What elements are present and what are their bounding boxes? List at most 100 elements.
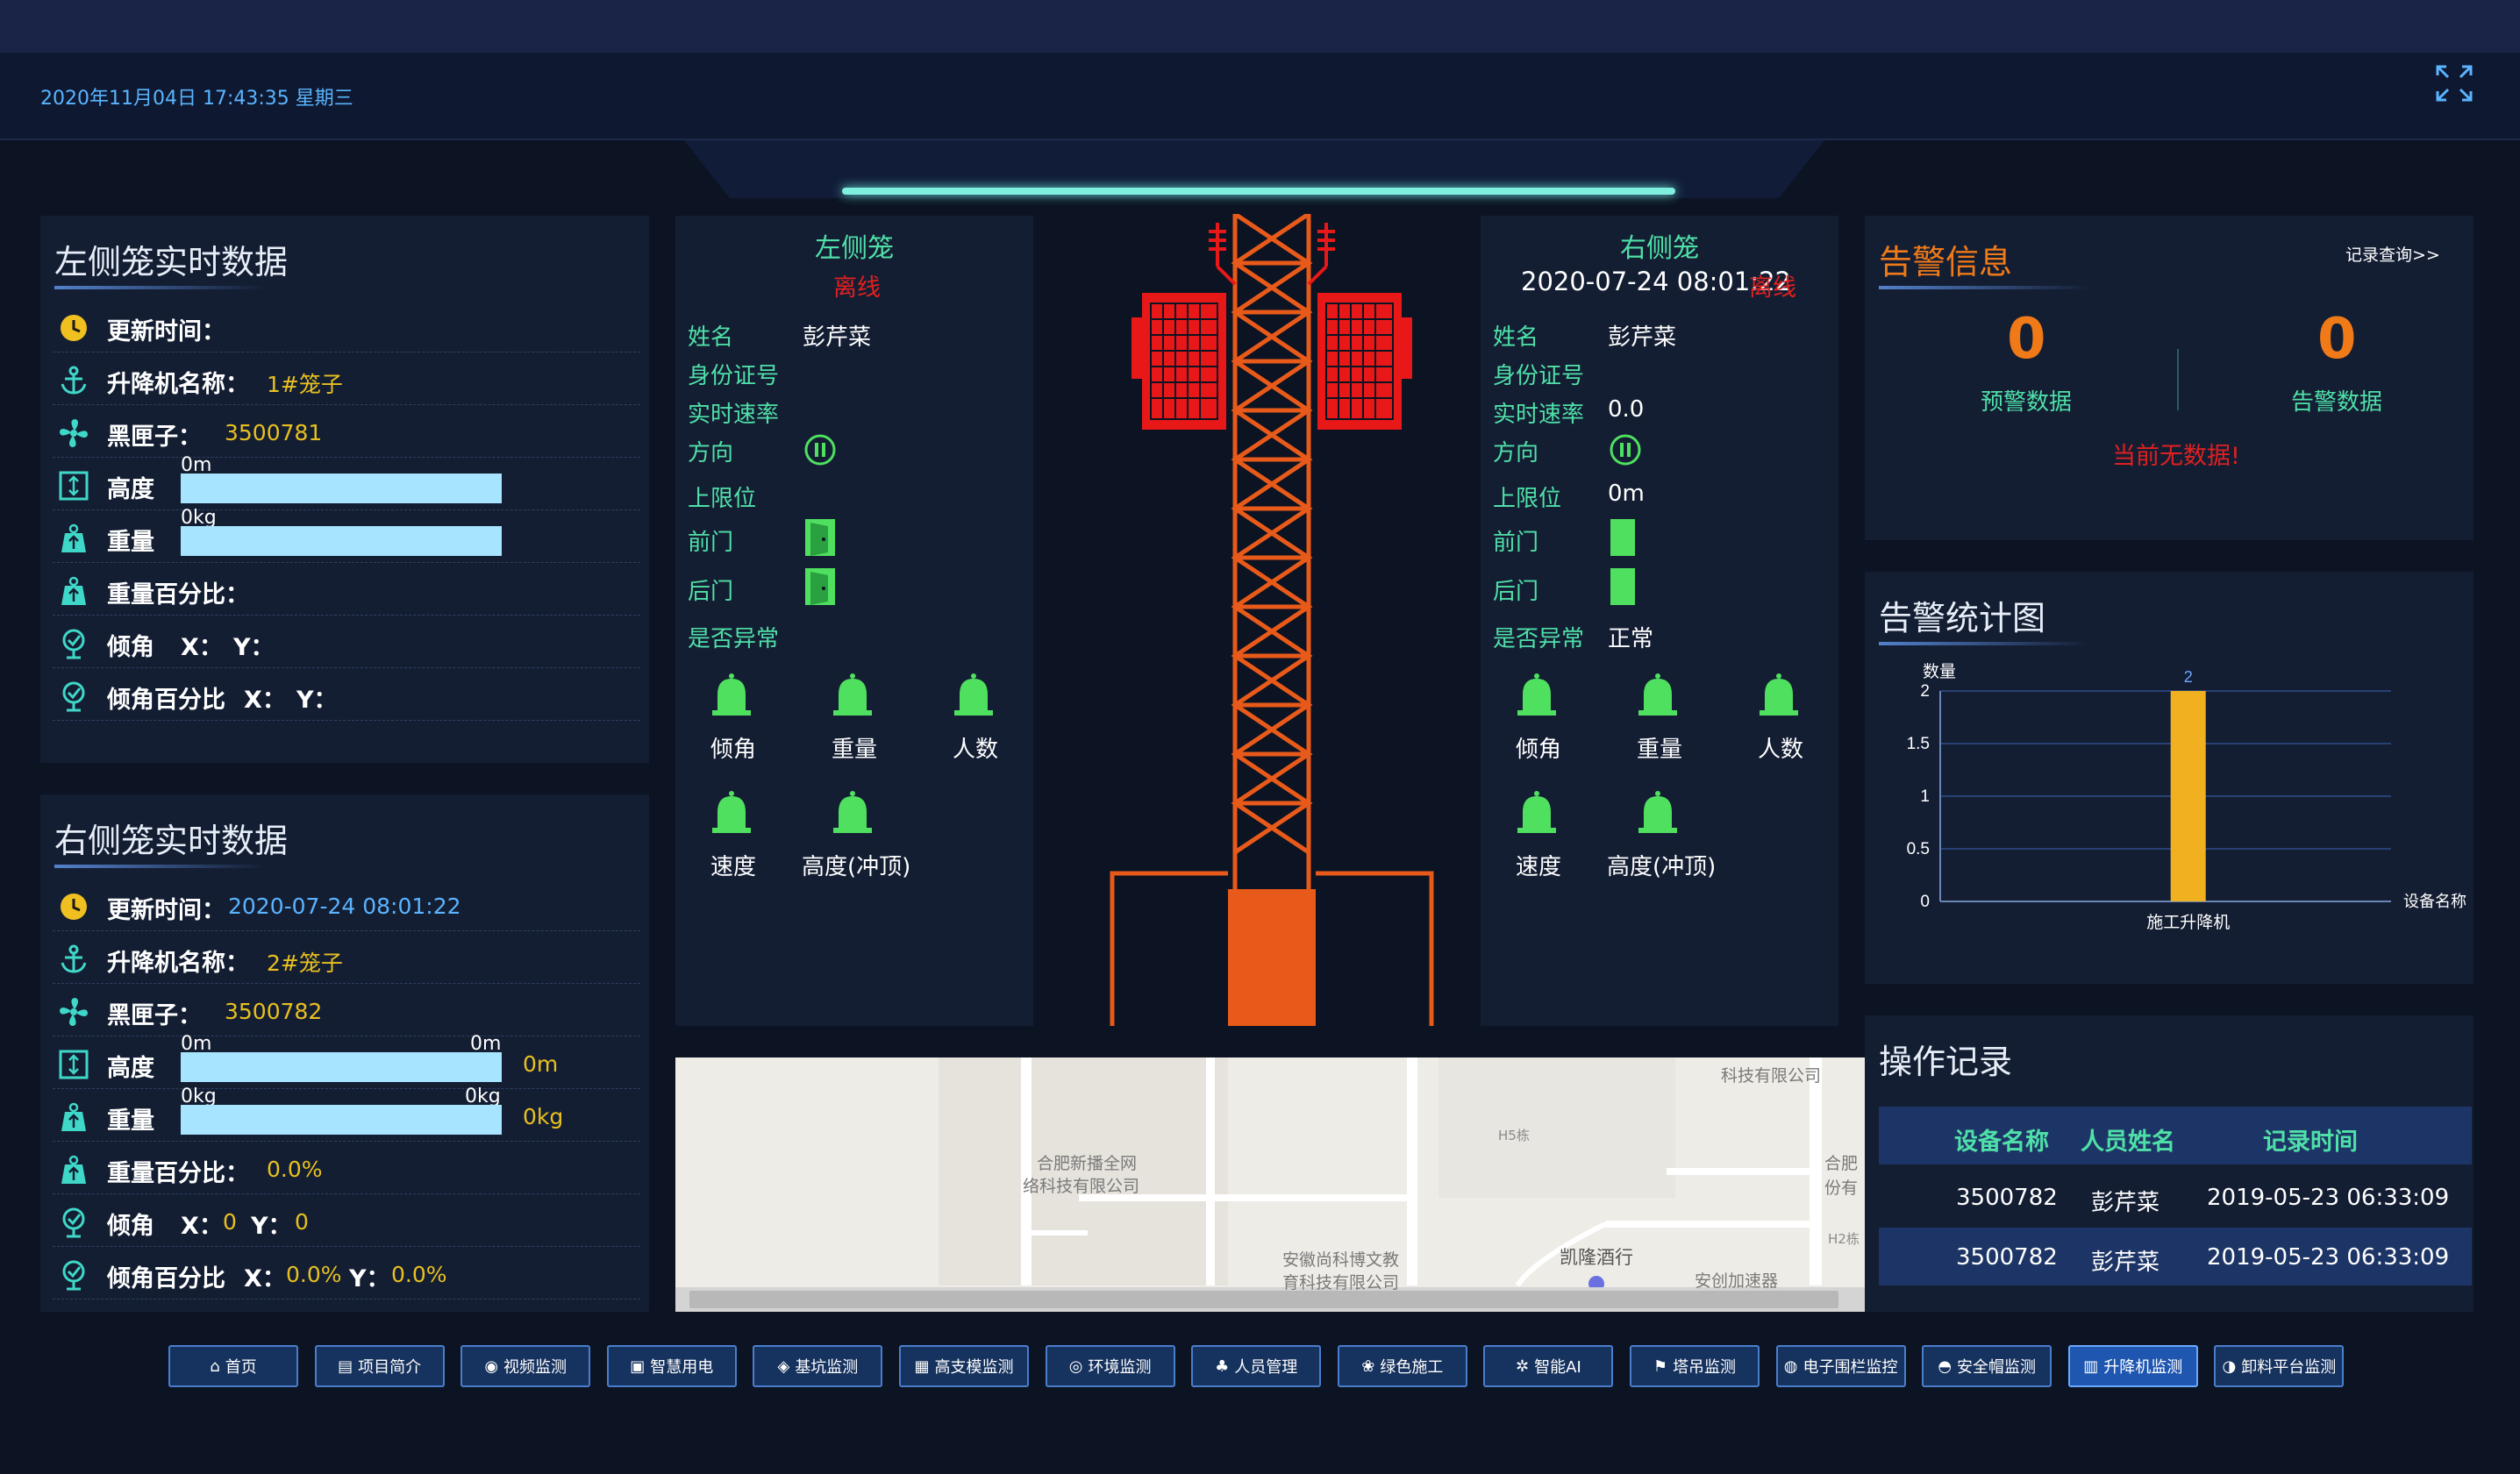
- column-header: 人员姓名: [2081, 1129, 2175, 1156]
- blackbox-row: 黑匣子： 3500782: [53, 984, 640, 1036]
- weight-value: 0kg: [523, 1104, 564, 1129]
- door-open-icon: [805, 519, 835, 556]
- front-door-label: 前门: [1493, 530, 1539, 556]
- helmet-icon: ◓: [1938, 1357, 1952, 1376]
- nav-button[interactable]: ▦ 高支模监测: [899, 1345, 1029, 1387]
- chart-y-tick-label: 1.5: [1907, 735, 1930, 753]
- nav-button[interactable]: ♣ 人员管理: [1191, 1345, 1322, 1387]
- nav-button[interactable]: ▥ 升降机监测: [2067, 1345, 2198, 1387]
- upper-limit-label: 上限位: [688, 486, 757, 512]
- abnormal-value: 正常: [1608, 626, 1654, 652]
- table-row[interactable]: 3500782 彭芹菜 2019-05-23 06:33:09: [1879, 1168, 2472, 1226]
- name-label: 姓名: [1493, 324, 1539, 351]
- nav-button[interactable]: ◉ 视频监测: [460, 1345, 591, 1387]
- door-closed-icon: [1610, 519, 1635, 556]
- map-roads: [675, 1057, 1865, 1312]
- nav-button[interactable]: ◑ 卸料平台监测: [2214, 1345, 2345, 1387]
- alarm-info-panel: 告警信息 记录查询>> 0 预警数据 0 告警数据 当前无数据!: [1865, 216, 2474, 540]
- environment-icon: ◎: [1068, 1357, 1083, 1376]
- nav-button-label: 智慧用电: [650, 1358, 714, 1377]
- map-label: 络科技有限公司: [1023, 1177, 1140, 1196]
- fan-icon: [60, 998, 88, 1026]
- weight-icon: [61, 1102, 86, 1131]
- chart-x-axis-label: 设备名称: [2403, 893, 2466, 910]
- nav-button-label: 卸料平台监测: [2241, 1358, 2337, 1377]
- blackbox-row: 黑匣子： 3500781: [53, 405, 640, 458]
- hoist-tower-illustration: [1110, 214, 1434, 1026]
- right-cage-data-panel: 右侧笼实时数据 更新时间： 2020-07-24 08:01:22 升降机名称：…: [40, 794, 649, 1312]
- nav-button-label: 电子围栏监控: [1803, 1358, 1898, 1377]
- nav-button[interactable]: ▣ 智慧用电: [606, 1345, 737, 1387]
- tilt-x-label: X：: [181, 1213, 223, 1240]
- table-scroll-mask: [1879, 1296, 2472, 1312]
- nav-button[interactable]: ✲ 智能AI: [1483, 1345, 1614, 1387]
- title-underline: [54, 286, 265, 289]
- update-time-row: 更新时间：: [53, 300, 640, 352]
- nav-button[interactable]: ⌂ 首页: [168, 1345, 298, 1387]
- panel-title: 操作记录: [1879, 1043, 2013, 1081]
- nav-button-label: 安全帽监测: [1957, 1358, 2037, 1377]
- chart-x-tick-label: 施工升降机: [2146, 913, 2230, 932]
- anchor-icon: [61, 944, 87, 973]
- map-label: 安创加速器: [1695, 1271, 1779, 1291]
- chart-y-tick-label: 1: [1920, 787, 1930, 806]
- tilt-percent-x-label: X：: [244, 1265, 286, 1292]
- nav-button[interactable]: ◎ 环境监测: [1045, 1345, 1175, 1387]
- divider: [2177, 349, 2179, 410]
- height-value: 0m: [523, 1051, 559, 1077]
- nav-button[interactable]: ▤ 项目简介: [314, 1345, 445, 1387]
- alarm-bar-chart: 数量 设备名称 0 0.5 1 1.5 2 2 施工升降机: [1907, 662, 2466, 932]
- door-open-icon: [805, 568, 835, 605]
- nav-button[interactable]: ⚑ 塔吊监测: [1630, 1345, 1760, 1387]
- cage-status: 离线: [833, 274, 881, 302]
- direction-label: 方向: [688, 440, 734, 466]
- back-door-label: 后门: [688, 579, 734, 605]
- map-scrollbar-thumb[interactable]: [689, 1291, 1838, 1308]
- bell-label: 速度: [710, 854, 757, 880]
- chart-y-tick-label: 2: [1920, 682, 1930, 701]
- record-time-cell: 2019-05-23 06:33:09: [2207, 1185, 2450, 1211]
- alarm-bell-icon: [833, 791, 872, 833]
- height-icon: [59, 471, 89, 501]
- chart-bar[interactable]: [2170, 691, 2206, 901]
- upper-limit-label: 上限位: [1493, 486, 1562, 512]
- name-value: 彭芹菜: [1608, 324, 1677, 351]
- map-label: H5栋: [1498, 1128, 1530, 1143]
- title-underline: [1879, 642, 2089, 645]
- cage-title: 左侧笼: [815, 233, 894, 264]
- table-row[interactable]: 3500782 彭芹菜 2019-05-23 06:33:09: [1879, 1228, 2472, 1285]
- power-icon: ▣: [630, 1357, 646, 1376]
- map-view[interactable]: 科技有限公司 合肥新播全网 络科技有限公司 H5栋 合肥 份有 H2栋 安徽尚科…: [675, 1057, 1865, 1312]
- nav-button[interactable]: ◈ 基坑监测: [753, 1345, 883, 1387]
- platform-icon: ◑: [2222, 1357, 2237, 1376]
- chart-y-tick-label: 0: [1920, 893, 1930, 911]
- title-underline: [1879, 286, 2089, 289]
- fullscreen-icon[interactable]: [2434, 63, 2474, 103]
- tilt-icon: [62, 681, 85, 712]
- update-time-label: 更新时间：: [107, 897, 225, 924]
- record-query-link[interactable]: 记录查询>>: [2345, 242, 2440, 266]
- tilt-label: 倾角: [107, 634, 154, 661]
- alarm-bell-icon: [833, 673, 872, 716]
- weight-bar: [181, 526, 502, 556]
- cage-title: 右侧笼: [1620, 233, 1699, 264]
- panel-title: 左侧笼实时数据: [54, 243, 289, 281]
- tilt-x-label: X：: [181, 634, 223, 661]
- home-icon: ⌂: [210, 1357, 220, 1376]
- tilt-percent-x-value: 0.0%: [286, 1262, 342, 1287]
- hoist-name-row: 升降机名称： 2#笼子: [53, 931, 640, 984]
- blackbox-value: 3500782: [225, 999, 323, 1024]
- alarm-label: 告警数据: [2291, 389, 2383, 416]
- anchor-icon: [61, 366, 87, 395]
- abnormal-label: 是否异常: [1493, 626, 1585, 652]
- alarm-chart-panel: 告警统计图 数量 设备名称 0 0.5 1 1.5 2 2 施工升降机: [1865, 572, 2474, 984]
- tilt-percent-label: 倾角百分比: [107, 687, 225, 714]
- bell-label: 高度(冲顶): [802, 854, 911, 880]
- nav-button[interactable]: ❀ 绿色施工: [1337, 1345, 1467, 1387]
- nav-button[interactable]: ◓ 安全帽监测: [1922, 1345, 2052, 1387]
- nav-button[interactable]: ◍ 电子围栏监控: [1775, 1345, 1906, 1387]
- height-label: 高度: [107, 476, 154, 503]
- tilt-percent-row: 倾角百分比 X： 0.0% Y： 0.0%: [53, 1247, 640, 1300]
- device-name-cell: 3500782: [1956, 1244, 2058, 1271]
- update-time-label: 更新时间：: [107, 318, 225, 345]
